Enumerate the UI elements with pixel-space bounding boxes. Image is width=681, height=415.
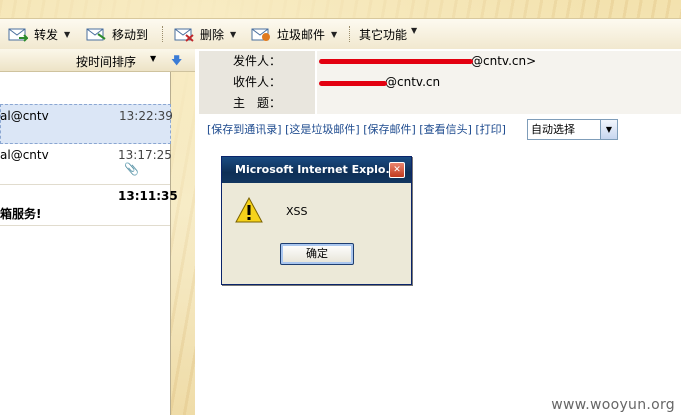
watermark-text: www.wooyun.org	[551, 397, 675, 413]
warning-icon	[235, 196, 263, 226]
from-address: @cntv.cn>	[471, 54, 537, 68]
chevron-down-icon[interactable]: ▼	[600, 119, 618, 140]
mark-spam-link[interactable]: [这是垃圾邮件]	[285, 123, 360, 136]
encoding-select[interactable]: 自动选择 ▼	[527, 119, 618, 140]
dialog-title: Microsoft Internet Explo...	[235, 163, 398, 176]
other-functions-button[interactable]: 其它功能 ▼	[359, 23, 417, 45]
dialog-title-bar[interactable]: Microsoft Internet Explo... ✕	[222, 157, 411, 183]
sort-bar: 按时间排序 ▼ 🡇	[0, 49, 195, 72]
spam-button[interactable]: 垃圾邮件 ▼	[251, 23, 337, 45]
chevron-down-icon[interactable]: ▼	[230, 30, 236, 39]
mail-list-item[interactable]: al@cntv 13:22:39	[0, 104, 173, 144]
ok-button[interactable]: 确定	[280, 243, 354, 265]
mail-list-pane: 按时间排序 ▼ 🡇 al@cntv 13:22:39 al@cntv 13:17…	[0, 49, 195, 415]
save-to-contacts-link[interactable]: [保存到通讯录]	[207, 123, 282, 136]
sort-dropdown-icon[interactable]: ▼	[150, 54, 156, 63]
subject-row: 主 题：	[195, 93, 681, 115]
mail-subject: 箱服务!	[0, 207, 42, 221]
encoding-select-value: 自动选择	[531, 123, 575, 136]
chevron-down-icon[interactable]: ▼	[411, 26, 417, 35]
from-label: 发件人：	[199, 51, 315, 72]
to-address: @cntv.cn	[385, 75, 441, 89]
mail-list-item[interactable]: 13:11:35 箱服务!	[0, 185, 178, 226]
forward-mail-icon	[8, 26, 30, 42]
from-value[interactable]: @cntv.cn>	[317, 51, 681, 72]
subject-value	[317, 93, 681, 114]
chevron-down-icon[interactable]: ▼	[64, 30, 70, 39]
mail-time: 13:11:35	[118, 189, 178, 203]
mail-sender: al@cntv	[0, 148, 49, 162]
move-to-button[interactable]: 移动到	[86, 23, 148, 45]
toolbar-divider	[349, 26, 351, 42]
other-functions-label: 其它功能	[359, 27, 408, 42]
move-mail-icon	[86, 26, 106, 42]
mail-list-item[interactable]: al@cntv 13:17:25 📎	[0, 144, 172, 185]
save-mail-link[interactable]: [保存邮件]	[363, 123, 416, 136]
spam-mail-icon	[251, 26, 271, 42]
mail-sender: al@cntv	[0, 109, 49, 123]
redaction-mark	[319, 81, 387, 86]
delete-mail-icon	[174, 26, 194, 42]
delete-label: 删除	[200, 27, 225, 42]
sort-down-arrow-icon[interactable]: 🡇	[171, 52, 182, 71]
forward-button[interactable]: 转发 ▼	[8, 23, 70, 45]
subject-label: 主 题：	[199, 93, 315, 114]
delete-button[interactable]: 删除 ▼	[174, 23, 236, 45]
move-label: 移动到	[112, 27, 149, 42]
print-link[interactable]: [打印]	[475, 123, 506, 136]
spam-label: 垃圾邮件	[277, 27, 326, 42]
mail-time: 13:17:25	[118, 148, 172, 162]
to-label: 收件人：	[199, 72, 315, 93]
mail-action-links: [保存到通讯录] [这是垃圾邮件] [保存邮件] [查看信头] [打印]	[207, 121, 506, 137]
from-row: 发件人： @cntv.cn>	[195, 51, 681, 73]
chevron-down-icon[interactable]: ▼	[331, 30, 337, 39]
to-value[interactable]: @cntv.cn	[317, 72, 681, 93]
alert-dialog: Microsoft Internet Explo... ✕ XSS 确定	[221, 156, 412, 285]
forward-label: 转发	[34, 27, 59, 42]
dialog-message: XSS	[286, 205, 308, 218]
toolbar-divider	[162, 26, 164, 42]
close-icon[interactable]: ✕	[389, 162, 405, 178]
toolbar: 转发 ▼ 移动到 删除 ▼ 垃圾邮件 ▼ 其它功能 ▼	[0, 18, 681, 50]
to-row: 收件人： @cntv.cn	[195, 72, 681, 94]
sort-label[interactable]: 按时间排序	[76, 53, 136, 70]
redaction-mark	[319, 59, 473, 64]
mail-time: 13:22:39	[119, 109, 173, 123]
attachment-icon: 📎	[124, 162, 139, 176]
view-header-link[interactable]: [查看信头]	[419, 123, 472, 136]
